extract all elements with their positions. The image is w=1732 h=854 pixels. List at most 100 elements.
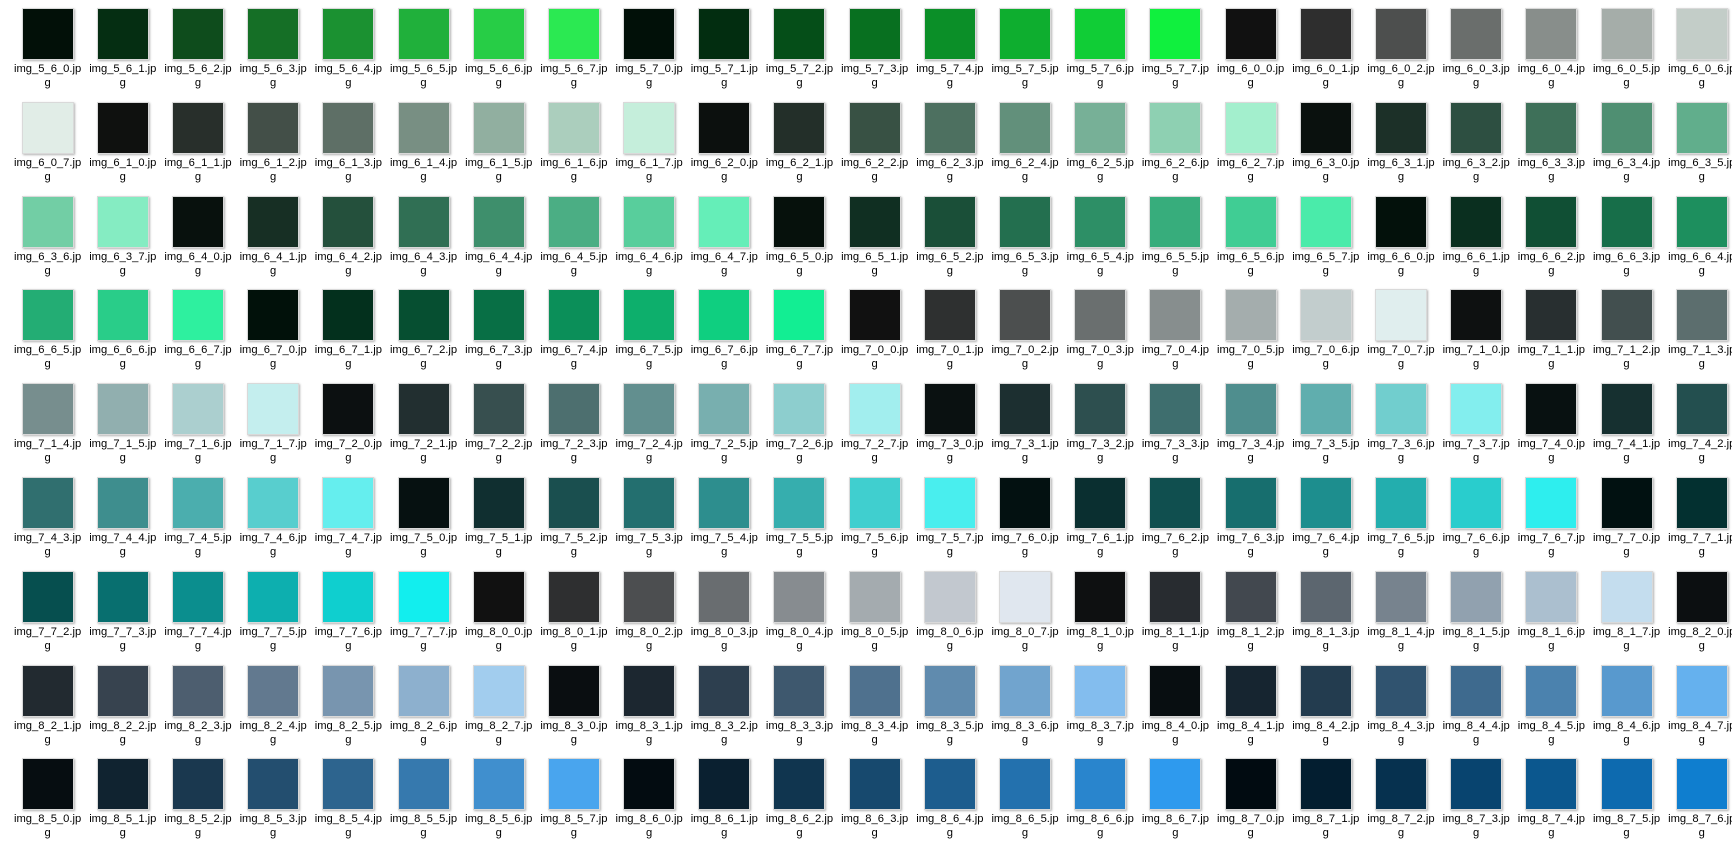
- file-thumbnail[interactable]: [547, 476, 600, 529]
- file-thumbnail[interactable]: [848, 664, 901, 717]
- file-tile[interactable]: img_5_7_6.jpg: [1063, 8, 1138, 102]
- file-tile[interactable]: img_8_6_3.jpg: [837, 758, 912, 852]
- file-thumbnail[interactable]: [1675, 570, 1728, 623]
- file-tile[interactable]: img_8_4_7.jpg: [1664, 664, 1732, 759]
- file-tile[interactable]: img_6_7_7.jpg: [762, 289, 837, 383]
- file-tile[interactable]: img_7_3_2.jpg: [1063, 383, 1138, 477]
- file-thumbnail[interactable]: [171, 195, 224, 248]
- file-tile[interactable]: img_8_1_6.jpg: [1514, 570, 1589, 665]
- file-thumbnail[interactable]: [21, 758, 74, 811]
- file-thumbnail[interactable]: [1149, 289, 1202, 342]
- file-tile[interactable]: img_8_4_6.jpg: [1589, 664, 1664, 759]
- file-thumbnail[interactable]: [547, 101, 600, 154]
- file-tile[interactable]: img_6_4_1.jpg: [236, 195, 311, 290]
- file-thumbnail[interactable]: [1074, 664, 1127, 717]
- file-tile[interactable]: img_6_2_6.jpg: [1138, 101, 1213, 196]
- file-tile[interactable]: img_7_4_6.jpg: [236, 476, 311, 571]
- file-thumbnail[interactable]: [1149, 195, 1202, 248]
- file-thumbnail[interactable]: [999, 101, 1052, 154]
- file-tile[interactable]: img_8_4_5.jpg: [1514, 664, 1589, 759]
- file-tile[interactable]: img_8_4_0.jpg: [1138, 664, 1213, 759]
- file-thumbnail[interactable]: [1374, 8, 1427, 60]
- file-thumbnail[interactable]: [1074, 289, 1127, 342]
- file-thumbnail[interactable]: [397, 289, 450, 342]
- file-thumbnail[interactable]: [247, 570, 300, 623]
- file-thumbnail[interactable]: [1074, 8, 1127, 60]
- file-tile[interactable]: img_7_4_2.jpg: [1664, 383, 1732, 477]
- file-thumbnail[interactable]: [1450, 570, 1503, 623]
- file-tile[interactable]: img_7_1_0.jpg: [1439, 289, 1514, 383]
- file-thumbnail[interactable]: [1374, 664, 1427, 717]
- file-tile[interactable]: img_8_2_1.jpg: [10, 664, 85, 759]
- file-tile[interactable]: img_8_7_5.jpg: [1589, 758, 1664, 852]
- file-tile[interactable]: img_7_5_6.jpg: [837, 476, 912, 571]
- file-thumbnail[interactable]: [1675, 476, 1728, 529]
- file-tile[interactable]: img_7_6_3.jpg: [1213, 476, 1288, 571]
- file-thumbnail[interactable]: [322, 570, 375, 623]
- file-tile[interactable]: img_7_1_7.jpg: [236, 383, 311, 477]
- file-thumbnail[interactable]: [322, 758, 375, 811]
- file-thumbnail[interactable]: [1450, 758, 1503, 811]
- file-thumbnail[interactable]: [1074, 101, 1127, 154]
- file-thumbnail[interactable]: [1149, 570, 1202, 623]
- file-thumbnail[interactable]: [547, 664, 600, 717]
- file-thumbnail[interactable]: [923, 476, 976, 529]
- file-tile[interactable]: img_6_0_5.jpg: [1589, 8, 1664, 102]
- file-thumbnail[interactable]: [96, 195, 149, 248]
- file-tile[interactable]: img_8_4_4.jpg: [1439, 664, 1514, 759]
- file-tile[interactable]: img_6_6_6.jpg: [85, 289, 160, 383]
- file-thumbnail[interactable]: [547, 383, 600, 436]
- file-thumbnail[interactable]: [1600, 195, 1653, 248]
- file-tile[interactable]: img_6_1_1.jpg: [160, 101, 235, 196]
- file-thumbnail[interactable]: [472, 101, 525, 154]
- file-thumbnail[interactable]: [999, 383, 1052, 436]
- file-tile[interactable]: img_8_2_5.jpg: [311, 664, 386, 759]
- file-thumbnail[interactable]: [397, 383, 450, 436]
- file-thumbnail[interactable]: [96, 570, 149, 623]
- file-thumbnail[interactable]: [773, 383, 826, 436]
- file-thumbnail[interactable]: [1299, 664, 1352, 717]
- file-thumbnail[interactable]: [1299, 383, 1352, 436]
- file-thumbnail[interactable]: [698, 289, 751, 342]
- file-tile[interactable]: img_7_2_2.jpg: [461, 383, 536, 477]
- file-thumbnail[interactable]: [96, 8, 149, 60]
- file-thumbnail[interactable]: [1149, 758, 1202, 811]
- file-tile[interactable]: img_7_6_0.jpg: [987, 476, 1062, 571]
- file-tile[interactable]: img_7_1_4.jpg: [10, 383, 85, 477]
- file-thumbnail[interactable]: [547, 195, 600, 248]
- file-thumbnail[interactable]: [1600, 383, 1653, 436]
- file-thumbnail[interactable]: [96, 383, 149, 436]
- file-tile[interactable]: img_6_7_4.jpg: [536, 289, 611, 383]
- file-thumbnail[interactable]: [1299, 476, 1352, 529]
- file-thumbnail[interactable]: [1525, 8, 1578, 60]
- file-tile[interactable]: img_7_2_5.jpg: [687, 383, 762, 477]
- file-tile[interactable]: img_5_7_1.jpg: [687, 8, 762, 102]
- file-thumbnail[interactable]: [21, 101, 74, 154]
- file-tile[interactable]: img_8_6_1.jpg: [687, 758, 762, 852]
- file-tile[interactable]: img_6_1_2.jpg: [236, 101, 311, 196]
- file-thumbnail[interactable]: [322, 101, 375, 154]
- file-thumbnail[interactable]: [923, 758, 976, 811]
- file-thumbnail[interactable]: [1374, 289, 1427, 342]
- file-tile[interactable]: img_6_7_6.jpg: [687, 289, 762, 383]
- file-thumbnail[interactable]: [322, 289, 375, 342]
- file-tile[interactable]: img_8_0_7.jpg: [987, 570, 1062, 665]
- file-thumbnail[interactable]: [1374, 195, 1427, 248]
- file-thumbnail[interactable]: [623, 664, 676, 717]
- file-tile[interactable]: img_6_1_4.jpg: [386, 101, 461, 196]
- file-tile[interactable]: img_7_2_0.jpg: [311, 383, 386, 477]
- file-thumbnail[interactable]: [1675, 383, 1728, 436]
- file-thumbnail[interactable]: [247, 289, 300, 342]
- file-tile[interactable]: img_8_1_7.jpg: [1589, 570, 1664, 665]
- file-tile[interactable]: img_8_3_6.jpg: [987, 664, 1062, 759]
- file-tile[interactable]: img_8_3_7.jpg: [1063, 664, 1138, 759]
- file-tile[interactable]: img_6_3_7.jpg: [85, 195, 160, 290]
- file-thumbnail[interactable]: [698, 476, 751, 529]
- file-tile[interactable]: img_8_5_6.jpg: [461, 758, 536, 852]
- file-tile[interactable]: img_7_5_3.jpg: [612, 476, 687, 571]
- file-thumbnail[interactable]: [1450, 289, 1503, 342]
- file-tile[interactable]: img_7_6_6.jpg: [1439, 476, 1514, 571]
- file-thumbnail[interactable]: [623, 383, 676, 436]
- file-tile[interactable]: img_6_0_1.jpg: [1288, 8, 1363, 102]
- file-thumbnail[interactable]: [698, 758, 751, 811]
